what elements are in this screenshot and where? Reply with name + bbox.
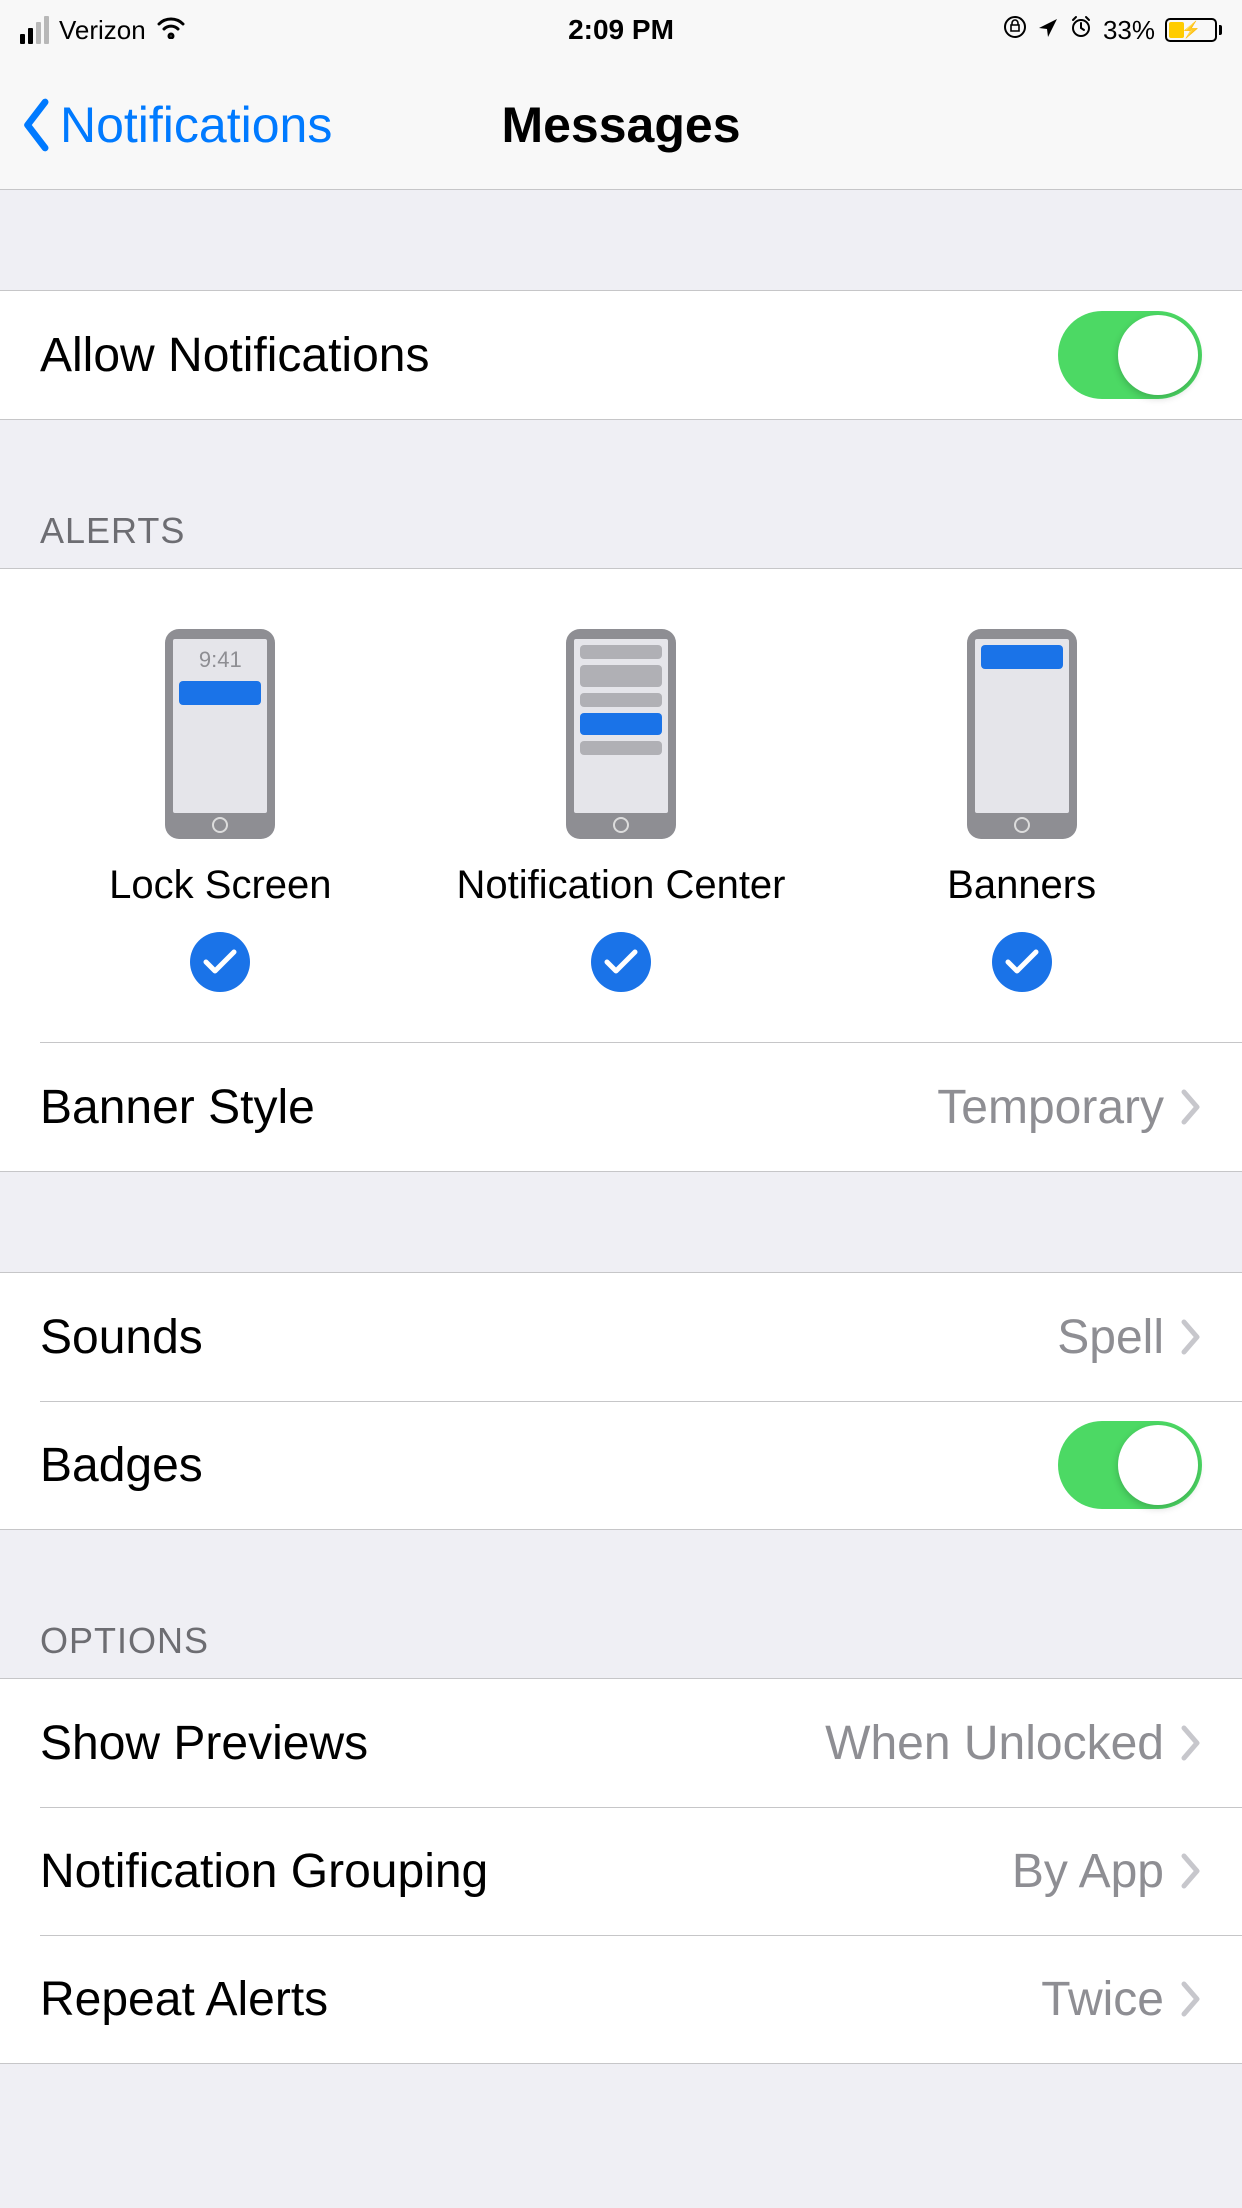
badges-toggle[interactable]: [1058, 1421, 1202, 1509]
show-previews-value: When Unlocked: [825, 1716, 1164, 1771]
show-previews-label: Show Previews: [40, 1716, 825, 1771]
chevron-right-icon: [1180, 1981, 1202, 2017]
status-right: 33% ⚡: [1003, 15, 1222, 46]
alert-type-lock-screen[interactable]: 9:41 Lock Screen: [22, 629, 419, 992]
chevron-right-icon: [1180, 1725, 1202, 1761]
badges-row: Badges: [0, 1401, 1242, 1529]
lock-screen-label: Lock Screen: [109, 863, 331, 908]
wifi-icon: [156, 15, 186, 46]
chevron-right-icon: [1180, 1089, 1202, 1125]
repeat-alerts-value: Twice: [1041, 1972, 1164, 2027]
allow-notifications-section: Allow Notifications: [0, 290, 1242, 420]
banners-label: Banners: [947, 863, 1096, 908]
notification-grouping-value: By App: [1012, 1844, 1164, 1899]
sounds-row[interactable]: Sounds Spell: [0, 1273, 1242, 1401]
status-bar: Verizon 2:09 PM 33% ⚡: [0, 0, 1242, 60]
sounds-value: Spell: [1057, 1310, 1164, 1365]
banners-check-icon: [992, 932, 1052, 992]
banners-icon: [967, 629, 1077, 839]
options-section: Show Previews When Unlocked Notification…: [0, 1678, 1242, 2064]
alerts-panel: 9:41 Lock Screen N: [0, 568, 1242, 1172]
alert-type-banners[interactable]: Banners: [823, 629, 1220, 992]
lock-screen-time: 9:41: [173, 639, 267, 673]
back-label: Notifications: [60, 96, 332, 154]
badges-label: Badges: [40, 1438, 1058, 1493]
alerts-header: ALERTS: [0, 510, 1242, 568]
notification-grouping-label: Notification Grouping: [40, 1844, 1012, 1899]
page-title: Messages: [501, 96, 740, 154]
chevron-right-icon: [1180, 1319, 1202, 1355]
carrier-label: Verizon: [59, 15, 146, 46]
show-previews-row[interactable]: Show Previews When Unlocked: [0, 1679, 1242, 1807]
lock-screen-check-icon: [190, 932, 250, 992]
status-left: Verizon: [20, 15, 186, 46]
repeat-alerts-row[interactable]: Repeat Alerts Twice: [0, 1935, 1242, 2063]
status-time: 2:09 PM: [568, 14, 674, 46]
sounds-label: Sounds: [40, 1310, 1057, 1365]
orientation-lock-icon: [1003, 15, 1027, 46]
notification-center-icon: [566, 629, 676, 839]
banner-style-label: Banner Style: [40, 1080, 937, 1135]
allow-notifications-row: Allow Notifications: [0, 291, 1242, 419]
options-header: OPTIONS: [0, 1620, 1242, 1678]
lock-screen-icon: 9:41: [165, 629, 275, 839]
location-icon: [1037, 15, 1059, 46]
allow-notifications-label: Allow Notifications: [40, 328, 1058, 383]
chevron-left-icon: [20, 98, 54, 152]
repeat-alerts-label: Repeat Alerts: [40, 1972, 1041, 2027]
alert-type-notification-center[interactable]: Notification Center: [423, 629, 820, 992]
battery-icon: ⚡: [1165, 18, 1222, 42]
back-button[interactable]: Notifications: [0, 96, 332, 154]
notification-center-label: Notification Center: [456, 863, 785, 908]
notification-grouping-row[interactable]: Notification Grouping By App: [0, 1807, 1242, 1935]
battery-percentage: 33%: [1103, 15, 1155, 46]
cellular-signal-icon: [20, 16, 49, 44]
nav-bar: Notifications Messages: [0, 60, 1242, 190]
banner-style-value: Temporary: [937, 1080, 1164, 1135]
notification-center-check-icon: [591, 932, 651, 992]
banner-style-row[interactable]: Banner Style Temporary: [0, 1043, 1242, 1171]
allow-notifications-toggle[interactable]: [1058, 311, 1202, 399]
alarm-icon: [1069, 15, 1093, 46]
sounds-badges-section: Sounds Spell Badges: [0, 1272, 1242, 1530]
chevron-right-icon: [1180, 1853, 1202, 1889]
